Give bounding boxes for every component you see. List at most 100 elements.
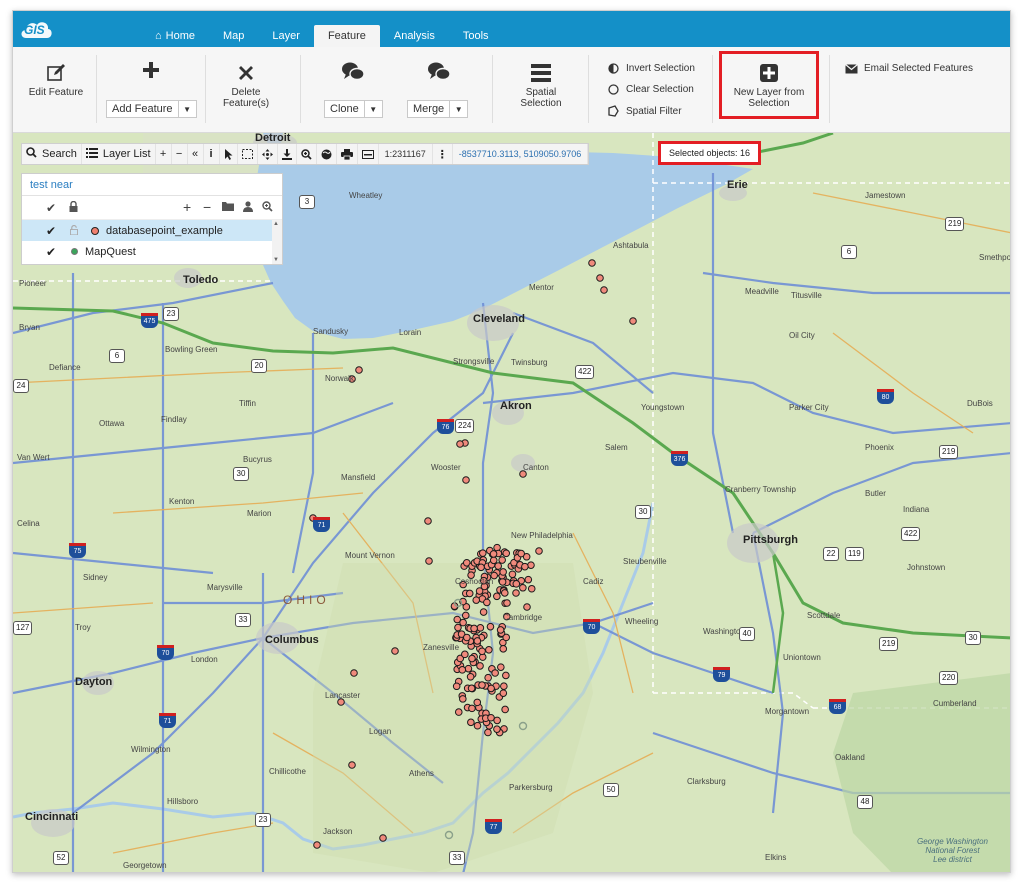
point-feature[interactable]	[503, 599, 511, 607]
layer-row-databasepoint[interactable]: ✔ databasepoint_example	[22, 220, 282, 241]
point-feature[interactable]	[588, 259, 596, 267]
point-feature[interactable]	[459, 618, 467, 627]
point-feature[interactable]	[470, 624, 478, 633]
tab-layer[interactable]: Layer	[258, 25, 314, 47]
point-feature[interactable]	[487, 713, 495, 722]
check-icon[interactable]: ✔	[46, 201, 56, 215]
point-feature[interactable]	[498, 556, 506, 564]
point-feature[interactable]	[483, 598, 491, 607]
point-feature[interactable]	[473, 637, 482, 645]
add-feature-dropdown[interactable]: Add Feature ▼	[106, 100, 197, 118]
download-icon[interactable]	[278, 144, 297, 164]
point-feature[interactable]	[629, 317, 637, 325]
point-feature[interactable]	[478, 647, 486, 656]
point-feature[interactable]	[527, 561, 535, 569]
point-feature[interactable]	[473, 698, 482, 707]
point-feature[interactable]	[486, 622, 495, 631]
edit-feature-button[interactable]: Edit Feature	[23, 63, 89, 98]
point-feature[interactable]	[512, 589, 520, 597]
lock-icon[interactable]	[69, 200, 78, 215]
unlock-icon[interactable]	[70, 224, 78, 237]
info-icon[interactable]: i	[204, 144, 220, 164]
visibility-check-icon[interactable]: ✔	[46, 224, 56, 238]
remove-layer-icon[interactable]: −	[203, 199, 211, 215]
clear-selection-button[interactable]: Clear Selection	[605, 84, 694, 95]
point-feature[interactable]	[485, 646, 493, 654]
point-feature[interactable]	[475, 587, 484, 595]
point-feature[interactable]	[348, 761, 356, 769]
point-feature[interactable]	[424, 517, 432, 525]
pointer-icon[interactable]	[220, 144, 238, 164]
point-feature[interactable]	[379, 834, 387, 842]
point-feature[interactable]	[464, 664, 473, 673]
chevron-down-icon[interactable]: ▼	[449, 101, 467, 117]
point-feature[interactable]	[508, 570, 517, 579]
point-feature[interactable]	[458, 666, 467, 674]
map-canvas[interactable]: Detroit Toledo Cleveland Akron Columbus …	[13, 133, 1010, 872]
point-feature[interactable]	[489, 550, 498, 558]
point-feature[interactable]	[478, 549, 487, 557]
invert-selection-button[interactable]: Invert Selection	[605, 63, 695, 74]
spatial-selection-button[interactable]: Spatial Selection	[506, 63, 576, 109]
tab-feature[interactable]: Feature	[313, 25, 380, 47]
add-layer-icon[interactable]: +	[183, 199, 191, 215]
point-feature[interactable]	[465, 589, 474, 598]
point-feature[interactable]	[456, 440, 464, 448]
zoom-extent-icon[interactable]	[297, 144, 317, 164]
point-feature[interactable]	[350, 669, 358, 677]
point-feature[interactable]	[489, 556, 498, 565]
point-feature[interactable]	[499, 689, 508, 697]
point-feature[interactable]	[461, 611, 470, 620]
search-button[interactable]: Search	[22, 144, 82, 164]
point-feature[interactable]	[521, 562, 529, 571]
point-feature[interactable]	[596, 274, 604, 282]
zoom-out-icon[interactable]: −	[172, 144, 188, 164]
layer-panel-scrollbar[interactable]: ▲ ▼	[272, 220, 282, 264]
point-feature[interactable]	[499, 645, 508, 653]
tab-tools[interactable]: Tools	[449, 25, 503, 47]
layer-row-mapquest[interactable]: ✔ MapQuest	[22, 241, 282, 262]
point-feature[interactable]	[493, 725, 501, 733]
point-feature[interactable]	[497, 663, 505, 671]
point-feature[interactable]	[454, 623, 462, 632]
point-feature[interactable]	[468, 704, 476, 713]
point-feature[interactable]	[527, 584, 536, 593]
zoom-in-icon[interactable]: +	[156, 144, 172, 164]
spatial-filter-button[interactable]: Spatial Filter	[605, 105, 682, 117]
point-feature[interactable]	[535, 547, 543, 555]
user-icon[interactable]	[243, 201, 253, 215]
point-feature[interactable]	[462, 476, 470, 484]
point-feature[interactable]	[499, 568, 507, 576]
point-feature[interactable]	[476, 662, 484, 670]
point-feature[interactable]	[498, 578, 507, 586]
point-feature[interactable]	[487, 684, 495, 693]
point-feature[interactable]	[425, 557, 433, 565]
scale-bar-icon[interactable]	[358, 144, 379, 164]
point-feature[interactable]	[502, 549, 511, 558]
point-feature[interactable]	[502, 671, 510, 680]
point-feature[interactable]	[512, 580, 521, 588]
scroll-down-icon[interactable]: ▼	[273, 257, 279, 263]
point-feature[interactable]	[313, 841, 321, 849]
point-feature[interactable]	[517, 549, 525, 558]
point-feature[interactable]	[467, 684, 476, 693]
point-feature[interactable]	[523, 603, 531, 611]
point-feature[interactable]	[459, 695, 467, 703]
print-icon[interactable]	[337, 144, 358, 164]
point-feature[interactable]	[468, 654, 476, 663]
point-feature[interactable]	[484, 673, 492, 682]
visibility-check-icon[interactable]: ✔	[46, 245, 56, 259]
delete-features-button[interactable]: Delete Feature(s)	[213, 63, 279, 109]
point-feature[interactable]	[493, 716, 501, 725]
scroll-up-icon[interactable]: ▲	[273, 221, 279, 227]
point-feature[interactable]	[519, 583, 527, 592]
folder-icon[interactable]	[222, 201, 234, 214]
tab-home[interactable]: ⌂ Home	[141, 25, 209, 47]
point-feature[interactable]	[452, 682, 461, 691]
point-feature[interactable]	[473, 721, 482, 730]
collapse-icon[interactable]: «	[188, 144, 204, 164]
point-feature[interactable]	[461, 650, 469, 659]
point-feature[interactable]	[355, 366, 363, 374]
globe-icon[interactable]	[317, 144, 337, 164]
tab-map[interactable]: Map	[209, 25, 258, 47]
